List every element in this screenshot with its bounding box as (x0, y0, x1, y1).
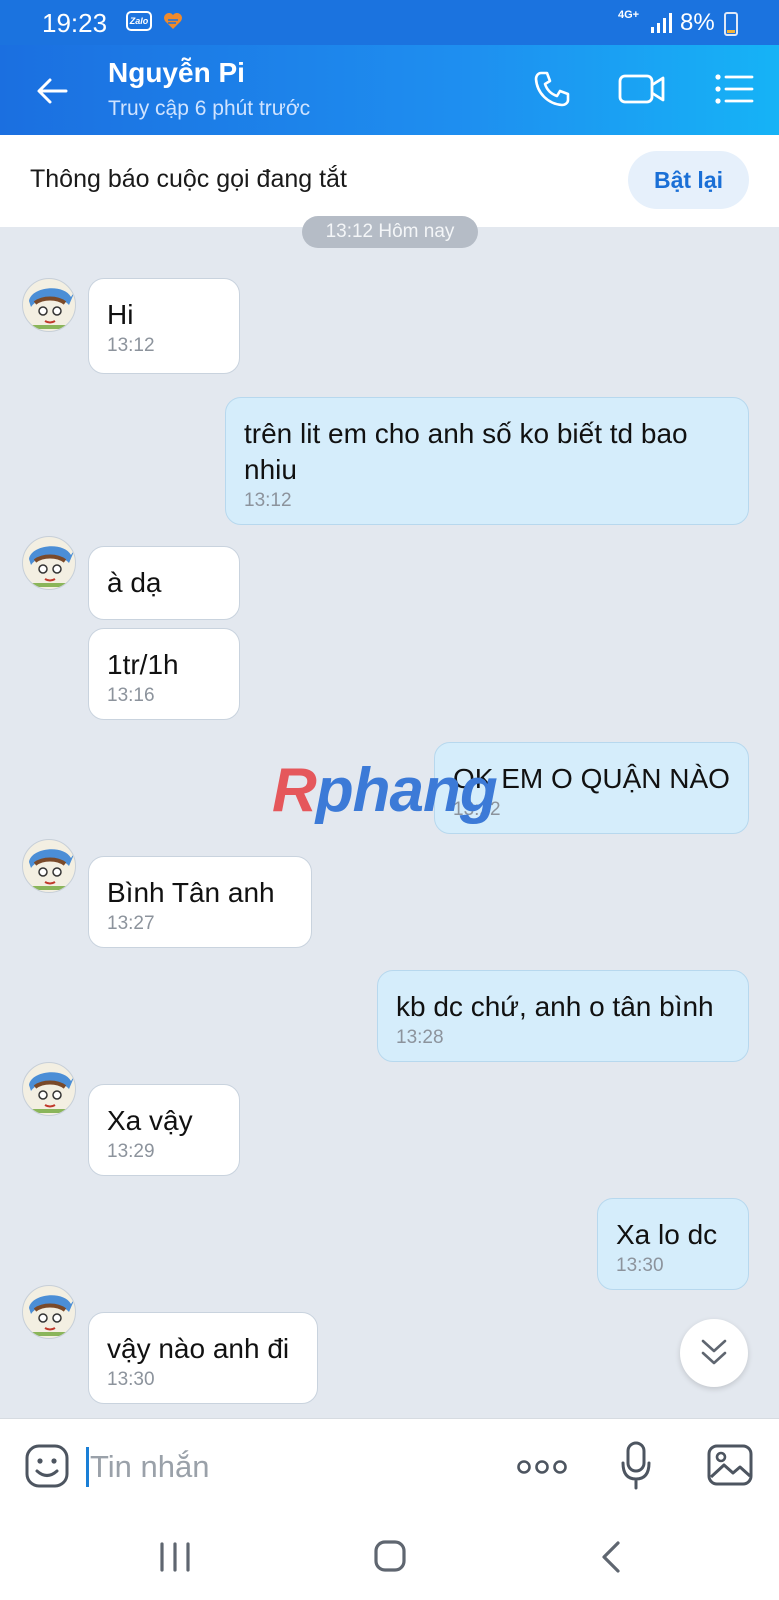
battery-percent: 8% (680, 9, 715, 36)
chat-header: Nguyễn Pi Truy cập 6 phút trước (0, 45, 779, 135)
message-time: 13:16 (107, 685, 155, 706)
battery-icon (724, 12, 738, 36)
message-text: 1tr/1h (107, 649, 179, 680)
message-composer (0, 1418, 779, 1518)
message-bubble-outgoing[interactable]: trên lit em cho anh số ko biết td bao nh… (225, 397, 749, 525)
date-divider: 13:12 Hôm nay (302, 216, 478, 248)
message-text: kb dc chứ, anh o tân bình (396, 991, 714, 1022)
message-bubble-incoming[interactable]: Hi 13:12 (88, 278, 240, 374)
list-menu-icon[interactable] (714, 72, 754, 106)
zalo-notification-icon: Zalo (126, 11, 152, 31)
contact-avatar[interactable] (22, 278, 76, 332)
message-bubble-incoming[interactable]: vậy nào anh đi 13:30 (88, 1312, 318, 1404)
watermark-part-2: phang (315, 756, 498, 825)
message-text: trên lit em cho anh số ko biết td bao nh… (244, 418, 688, 485)
status-bar: 19:23 Zalo 4G+ 8% (0, 0, 779, 45)
nav-back-icon[interactable] (600, 1540, 622, 1574)
message-text: à dạ (107, 567, 162, 598)
phone-call-icon[interactable] (532, 69, 572, 109)
text-caret (86, 1447, 89, 1487)
signal-icon (651, 13, 672, 33)
message-time: 13:28 (396, 1027, 444, 1048)
message-text: vậy nào anh đi (107, 1333, 290, 1364)
avatar-image (29, 849, 75, 890)
double-chevron-down-icon (701, 1339, 727, 1365)
message-bubble-incoming[interactable]: à dạ (88, 546, 240, 620)
back-arrow-icon[interactable] (34, 73, 70, 109)
re-enable-button[interactable]: Bật lại (628, 151, 749, 209)
recent-apps-icon[interactable] (158, 1542, 192, 1572)
message-bubble-incoming[interactable]: 1tr/1h 13:16 (88, 628, 240, 720)
contact-last-seen: Truy cập 6 phút trước (108, 97, 311, 120)
scroll-to-bottom-button[interactable] (680, 1319, 748, 1387)
contact-avatar[interactable] (22, 1062, 76, 1116)
watermark-logo: Rphang (272, 755, 498, 826)
contact-avatar[interactable] (22, 536, 76, 590)
status-time: 19:23 (42, 8, 108, 38)
contact-avatar[interactable] (22, 839, 76, 893)
message-time: 13:30 (616, 1255, 664, 1276)
more-options-icon[interactable] (516, 1459, 568, 1475)
contact-avatar[interactable] (22, 1285, 76, 1339)
message-bubble-outgoing[interactable]: kb dc chứ, anh o tân bình 13:28 (377, 970, 749, 1062)
message-bubble-outgoing[interactable]: Xa lo dc 13:30 (597, 1198, 749, 1290)
message-time: 13:29 (107, 1141, 155, 1162)
message-bubble-incoming[interactable]: Bình Tân anh 13:27 (88, 856, 312, 948)
contact-name[interactable]: Nguyễn Pi (108, 57, 245, 89)
microphone-icon[interactable] (620, 1441, 652, 1491)
message-bubble-incoming[interactable]: Xa vậy 13:29 (88, 1084, 240, 1176)
heart-notification-icon (164, 13, 182, 29)
system-nav-bar (0, 1518, 779, 1600)
sticker-emoji-icon[interactable] (24, 1443, 70, 1489)
message-time: 13:27 (107, 913, 155, 934)
avatar-image (29, 546, 75, 587)
message-text: Hi (107, 299, 134, 330)
message-text: Xa vậy (107, 1105, 193, 1136)
home-icon[interactable] (374, 1540, 406, 1572)
avatar-image (29, 1072, 75, 1113)
call-notification-banner: Thông báo cuộc gọi đang tắt Bật lại (0, 135, 779, 227)
message-time: 13:12 (244, 490, 292, 511)
message-input[interactable] (90, 1443, 470, 1491)
message-time: 13:30 (107, 1369, 155, 1390)
video-call-icon[interactable] (618, 71, 666, 107)
message-text: Xa lo dc (616, 1219, 718, 1250)
message-time: 13:12 (107, 335, 155, 356)
notice-text: Thông báo cuộc gọi đang tắt (30, 165, 347, 193)
watermark-part-1: R (272, 756, 317, 825)
message-text: Bình Tân anh (107, 877, 275, 908)
network-indicator: 4G+ (618, 9, 640, 21)
avatar-image (29, 288, 75, 329)
image-gallery-icon[interactable] (706, 1443, 754, 1487)
avatar-image (29, 1295, 75, 1336)
